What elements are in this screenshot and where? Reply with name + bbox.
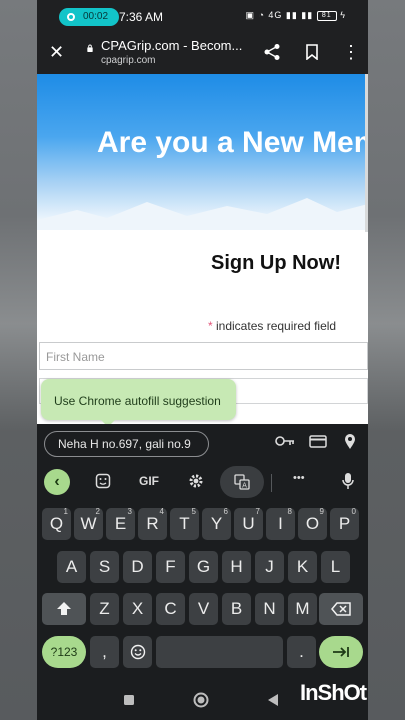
microphone-icon[interactable] <box>342 472 354 490</box>
key-a[interactable]: A <box>57 551 86 583</box>
phone-screen: 00:02 7:36 AM ▣ ◔ 4G ▮▮ ▮▮ 81 ϟ ✕ CPAGri… <box>37 0 368 720</box>
key-c[interactable]: C <box>156 593 185 625</box>
key-r[interactable]: R4 <box>138 507 167 540</box>
charging-icon: ϟ <box>340 10 346 20</box>
emoji-icon <box>130 644 145 660</box>
key-s[interactable]: S <box>90 551 119 583</box>
battery-icon: 81 <box>316 10 337 21</box>
screen-record-pill[interactable]: 00:02 <box>59 8 119 26</box>
hero-banner: Are you a New Mem <box>37 74 368 230</box>
key-f[interactable]: F <box>156 551 185 583</box>
sticker-icon[interactable] <box>95 473 111 489</box>
gif-button[interactable]: GIF <box>139 474 159 488</box>
comma-key[interactable]: , <box>90 636 119 668</box>
key-i[interactable]: I8 <box>266 507 295 540</box>
translate-icon: A <box>234 474 250 490</box>
scroll-divider <box>365 74 368 232</box>
required-text: indicates required field <box>212 319 337 333</box>
key-w[interactable]: W2 <box>74 507 103 540</box>
chevron-left-icon[interactable]: ‹ <box>44 469 70 495</box>
lock-icon <box>87 44 93 52</box>
key-m[interactable]: M <box>288 593 317 625</box>
keyboard-toolbar: ‹ GIF A ••• <box>37 464 368 500</box>
key-n[interactable]: N <box>255 593 284 625</box>
hero-title: Are you a New Mem <box>97 126 368 159</box>
symbols-key[interactable]: ?123 <box>42 636 86 668</box>
home-icon[interactable] <box>193 692 209 708</box>
close-icon[interactable]: ✕ <box>49 42 64 63</box>
back-icon[interactable] <box>267 693 279 707</box>
key-z[interactable]: Z <box>90 593 119 625</box>
autofill-tooltip: Use Chrome autofill suggestion <box>41 379 236 427</box>
browser-toolbar: ✕ CPAGrip.com - Becom... cpagrip.com ⋮ <box>37 34 368 74</box>
autofill-suggestion-bar: Neha H no.697, gali no.9 <box>37 424 368 462</box>
period-key[interactable]: . <box>287 636 316 668</box>
record-time: 00:02 <box>83 11 109 22</box>
key-v[interactable]: V <box>189 593 218 625</box>
location-pin-icon[interactable] <box>344 433 356 450</box>
credit-card-icon[interactable] <box>309 435 327 448</box>
record-icon <box>67 13 75 21</box>
key-k[interactable]: K <box>288 551 317 583</box>
key-u[interactable]: U7 <box>234 507 263 540</box>
key-p[interactable]: P0 <box>330 507 359 540</box>
key-g[interactable]: G <box>189 551 218 583</box>
key-o[interactable]: O9 <box>298 507 327 540</box>
share-icon[interactable] <box>263 43 281 61</box>
required-note: * indicates required field <box>208 319 336 333</box>
key-q[interactable]: Q1 <box>42 507 71 540</box>
key-b[interactable]: B <box>222 593 251 625</box>
signup-heading: Sign Up Now! <box>211 252 341 274</box>
emoji-key[interactable] <box>123 636 152 668</box>
more-options-button[interactable]: ••• <box>293 472 305 484</box>
gear-icon[interactable] <box>188 473 204 489</box>
signal-icons: ▣ ◔ 4G ▮▮ ▮▮ <box>245 10 314 20</box>
key-icon[interactable] <box>275 435 295 447</box>
svg-text:A: A <box>242 482 247 490</box>
key-l[interactable]: L <box>321 551 350 583</box>
backspace-key[interactable] <box>319 593 363 625</box>
more-menu-icon[interactable]: ⋮ <box>342 43 360 61</box>
autofill-suggestion-chip[interactable]: Neha H no.697, gali no.9 <box>44 431 209 457</box>
tab-arrow-icon <box>333 647 349 657</box>
key-x[interactable]: X <box>123 593 152 625</box>
key-t[interactable]: T5 <box>170 507 199 540</box>
next-key[interactable] <box>319 636 363 668</box>
shift-icon <box>57 602 71 615</box>
status-icons: ▣ ◔ 4G ▮▮ ▮▮ 81 ϟ <box>245 10 346 21</box>
key-e[interactable]: E3 <box>106 507 135 540</box>
first-name-field[interactable]: First Name <box>39 342 368 370</box>
mountain-graphic <box>37 198 368 230</box>
space-key[interactable] <box>156 636 283 668</box>
recents-icon[interactable] <box>123 694 135 706</box>
page-title[interactable]: CPAGrip.com - Becom... <box>101 38 251 53</box>
key-y[interactable]: Y6 <box>202 507 231 540</box>
inshot-watermark: InShOt <box>300 680 367 705</box>
status-bar: 00:02 7:36 AM ▣ ◔ 4G ▮▮ ▮▮ 81 ϟ <box>37 0 368 34</box>
status-time: 7:36 AM <box>119 10 164 24</box>
shift-key[interactable] <box>42 593 86 625</box>
translate-button[interactable]: A <box>220 466 264 498</box>
key-d[interactable]: D <box>123 551 152 583</box>
toolbar-separator <box>271 474 272 492</box>
backspace-icon <box>331 602 351 616</box>
page-url[interactable]: cpagrip.com <box>101 55 155 66</box>
key-j[interactable]: J <box>255 551 284 583</box>
key-h[interactable]: H <box>222 551 251 583</box>
keyboard: Neha H no.697, gali no.9 ‹ GIF A ••• Q 1… <box>37 424 368 720</box>
bookmark-icon[interactable] <box>305 44 319 60</box>
